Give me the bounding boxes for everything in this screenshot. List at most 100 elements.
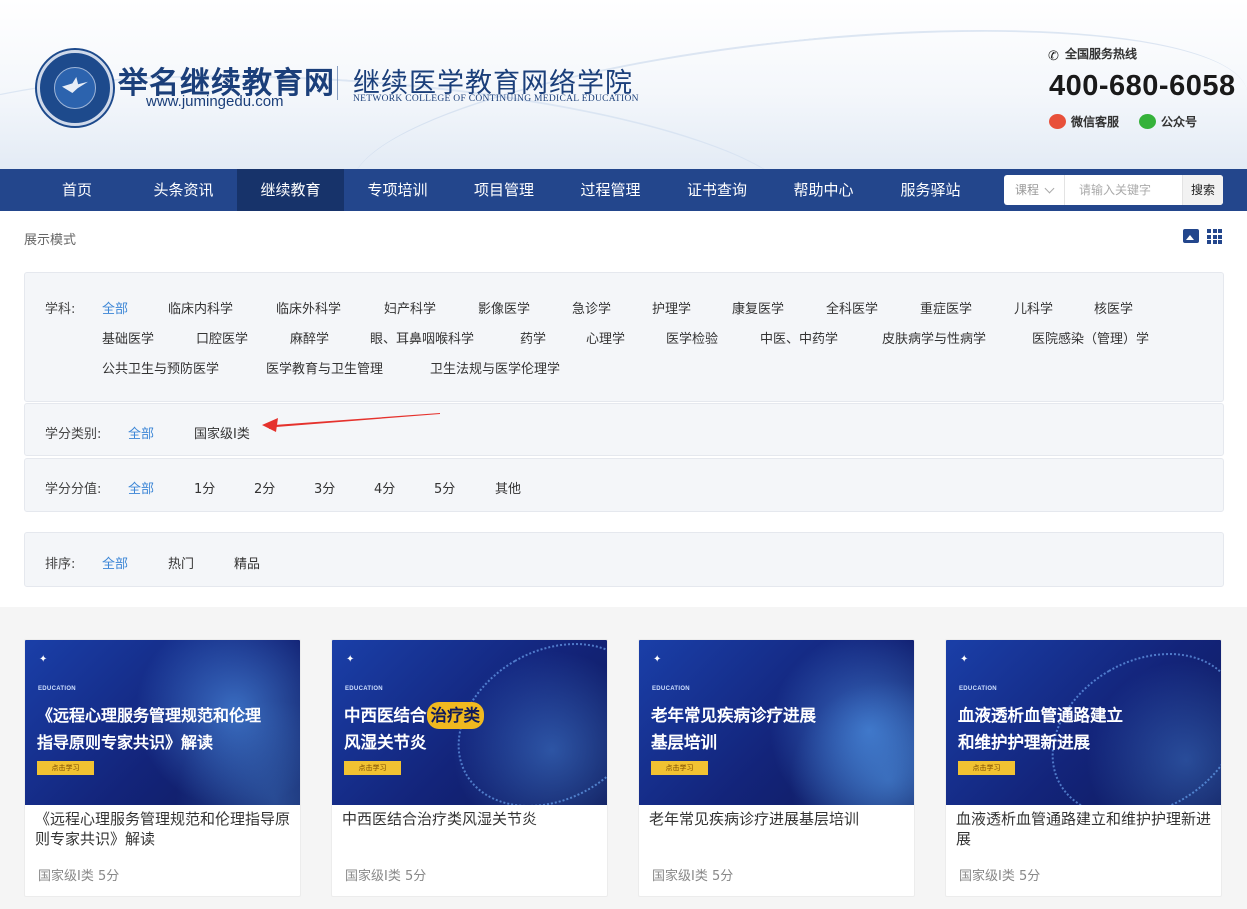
image-view-icon[interactable] [1183,229,1199,243]
wechat-icon [1139,114,1156,129]
banner-tag: EDUCATION [38,686,76,692]
nav-item-special-training[interactable]: 专项培训 [344,169,451,211]
search-input[interactable] [1066,175,1182,205]
sparkle-icon: ✦ [653,654,662,665]
hotline-number: 400-680-6058 [1049,70,1236,102]
sort-option[interactable]: 全部 [102,553,128,572]
subject-option[interactable]: 基础医学 [102,328,154,347]
subject-option[interactable]: 公共卫生与预防医学 [102,358,219,377]
course-credit: 国家级I类 5分 [959,869,1041,884]
sparkle-icon: ✦ [346,654,355,665]
study-button[interactable]: 点击学习 [344,761,401,775]
nav-item-service-station[interactable]: 服务驿站 [877,169,984,211]
subject-option[interactable]: 临床内科学 [168,298,233,317]
course-card[interactable]: ✦ EDUCATION 老年常见疾病诊疗进展 基层培训 点击学习 老年常见疾病诊… [638,639,915,897]
subject-option[interactable]: 皮肤病学与性病学 [882,328,986,347]
search-scope-select[interactable]: 课程 [1004,175,1065,205]
banner-tag: EDUCATION [345,686,383,692]
sparkle-icon: ✦ [39,654,48,665]
nav-item-certificate-query[interactable]: 证书查询 [664,169,770,211]
credit-type-option[interactable]: 全部 [128,423,154,442]
course-card[interactable]: ✦ EDUCATION 血液透析血管通路建立 和维护护理新进展 点击学习 血液透… [945,639,1222,897]
course-title[interactable]: 老年常见疾病诊疗进展基层培训 [649,809,911,829]
course-credit: 国家级I类 5分 [38,869,120,884]
college-name-en: NETWORK COLLEGE OF CONTINUING MEDICAL ED… [353,94,639,104]
subject-option[interactable]: 核医学 [1094,298,1133,317]
search-button[interactable]: 搜索 [1182,175,1223,205]
site-url[interactable]: www.jumingedu.com [146,93,284,110]
course-banner[interactable]: ✦ EDUCATION 《远程心理服务管理规范和伦理 指导原则专家共识》解读 点… [25,640,300,805]
credit-value-option[interactable]: 5分 [434,478,455,497]
credit-value-option[interactable]: 全部 [128,478,154,497]
credit-value-option[interactable]: 1分 [194,478,215,497]
subject-option[interactable]: 心理学 [586,328,625,347]
course-banner[interactable]: ✦ EDUCATION 血液透析血管通路建立 和维护护理新进展 点击学习 [946,640,1221,805]
subject-option[interactable]: 妇产科学 [384,298,436,317]
course-credit: 国家级I类 5分 [345,869,427,884]
site-header: 举名继续教育网 www.jumingedu.com 继续医学教育网络学院 NET… [0,0,1247,169]
course-card[interactable]: ✦ EDUCATION 中西医结合 治疗类 风湿关节炎 点击学习 中西医结合治疗类… [331,639,608,897]
study-button[interactable]: 点击学习 [651,761,708,775]
course-title[interactable]: 《远程心理服务管理规范和伦理指导原则专家共识》解读 [35,809,297,849]
nav-item-project-management[interactable]: 项目管理 [451,169,557,211]
credit-value-label: 学分分值: [45,482,102,497]
subject-option[interactable]: 医学教育与卫生管理 [266,358,383,377]
course-title[interactable]: 中西医结合治疗类风湿关节炎 [342,809,604,829]
credit-value-option[interactable]: 4分 [374,478,395,497]
sort-label: 排序: [45,557,76,572]
banner-title: 血液透析血管通路建立 和维护护理新进展 [958,706,1123,752]
sort-option[interactable]: 热门 [168,553,194,572]
official-account-link[interactable]: 公众号 [1139,113,1197,130]
nav-item-news[interactable]: 头条资讯 [130,169,237,211]
chevron-down-icon [1044,183,1055,194]
subject-option[interactable]: 全科医学 [826,298,878,317]
search-bar: 课程 搜索 [1004,175,1223,205]
subject-option[interactable]: 急诊学 [572,298,611,317]
subject-option[interactable]: 儿科学 [1014,298,1053,317]
subject-option[interactable]: 医院感染（管理）学 [1032,328,1149,347]
credit-value-option[interactable]: 2分 [254,478,275,497]
header-divider [337,66,338,100]
banner-tag: EDUCATION [652,686,690,692]
subject-option[interactable]: 口腔医学 [196,328,248,347]
sort-option[interactable]: 精品 [234,553,260,572]
subject-option[interactable]: 医学检验 [666,328,718,347]
hotline-label: ✆ 全国服务热线 [1048,47,1138,64]
customer-service-icon [1049,114,1066,129]
subject-option[interactable]: 中医、中药学 [760,328,838,347]
subject-option[interactable]: 全部 [102,298,128,317]
subject-option[interactable]: 麻醉学 [290,328,329,347]
annotation-arrow-icon [262,413,440,432]
logo-seal-icon[interactable] [37,50,113,126]
credit-type-option[interactable]: 国家级I类 [194,423,250,442]
study-button[interactable]: 点击学习 [37,761,94,775]
course-banner[interactable]: ✦ EDUCATION 中西医结合 治疗类 风湿关节炎 点击学习 [332,640,607,805]
credit-type-label: 学分类别: [45,427,102,442]
subject-option[interactable]: 康复医学 [732,298,784,317]
wechat-service-link[interactable]: 微信客服 [1049,113,1119,130]
course-title[interactable]: 血液透析血管通路建立和维护护理新进展 [956,809,1218,849]
nav-item-process-management[interactable]: 过程管理 [557,169,664,211]
sparkle-icon: ✦ [960,654,969,665]
course-banner[interactable]: ✦ EDUCATION 老年常见疾病诊疗进展 基层培训 点击学习 [639,640,914,805]
banner-title: 老年常见疾病诊疗进展 基层培训 [651,706,816,752]
banner-title: 中西医结合 治疗类 风湿关节炎 [344,702,484,756]
subject-option[interactable]: 重症医学 [920,298,972,317]
credit-value-option[interactable]: 其他 [495,478,521,497]
nav-item-home[interactable]: 首页 [24,169,130,211]
grid-view-icon[interactable] [1207,229,1222,244]
subject-option[interactable]: 护理学 [652,298,691,317]
nav-item-continuing-education[interactable]: 继续教育 [237,169,344,211]
study-button[interactable]: 点击学习 [958,761,1015,775]
course-credit: 国家级I类 5分 [652,869,734,884]
banner-tag: EDUCATION [959,686,997,692]
subject-option[interactable]: 眼、耳鼻咽喉科学 [370,328,474,347]
subject-option[interactable]: 卫生法规与医学伦理学 [430,358,560,377]
subject-option[interactable]: 临床外科学 [276,298,341,317]
sort-filter-panel [24,532,1224,587]
course-card[interactable]: ✦ EDUCATION 《远程心理服务管理规范和伦理 指导原则专家共识》解读 点… [24,639,301,897]
credit-value-option[interactable]: 3分 [314,478,335,497]
subject-option[interactable]: 影像医学 [478,298,530,317]
nav-item-help-center[interactable]: 帮助中心 [770,169,877,211]
subject-option[interactable]: 药学 [520,328,546,347]
